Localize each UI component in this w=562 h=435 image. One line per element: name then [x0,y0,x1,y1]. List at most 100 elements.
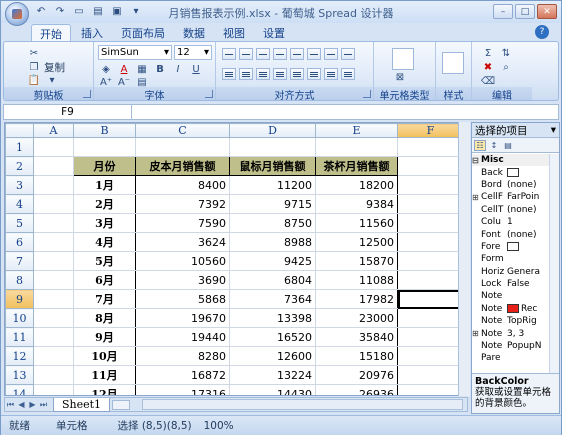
font-name-select[interactable]: SimSun ▾ [98,45,172,60]
font-color-icon[interactable]: A [116,62,132,76]
increase-indent-icon[interactable] [324,68,338,80]
column-header[interactable]: B [73,123,136,138]
value-cell[interactable]: 17982 [315,289,398,309]
property-row[interactable]: ⊞ Note 3, 3 [472,327,549,339]
cell[interactable] [397,175,464,195]
value-cell[interactable]: 19670 [135,308,230,328]
column-header[interactable]: E [315,123,398,138]
property-row[interactable]: Fore [472,241,549,253]
month-cell[interactable]: 12月 [73,384,136,395]
value-cell[interactable]: 23000 [315,308,398,328]
align-bottom-icon[interactable] [256,48,270,60]
cell[interactable] [315,137,398,157]
property-row[interactable]: Form [472,253,549,265]
month-cell[interactable]: 7月 [73,289,136,309]
clear-icon[interactable]: ⌫ [480,74,496,88]
value-cell[interactable]: 8400 [135,175,230,195]
header-cell[interactable]: 茶杯月销售额 [315,156,398,176]
status-zoom[interactable]: 100% [204,420,234,432]
value-cell[interactable]: 14430 [229,384,316,395]
property-value[interactable]: Genera [507,267,540,277]
value-cell[interactable]: 11200 [229,175,316,195]
value-cell[interactable]: 13398 [229,308,316,328]
cell[interactable] [33,365,74,385]
row-header[interactable]: 9 [5,289,34,309]
cell[interactable] [397,251,464,271]
clipboard-launcher[interactable] [83,90,91,98]
cell[interactable] [33,175,74,195]
cell[interactable] [397,137,464,157]
value-cell[interactable]: 7364 [229,289,316,309]
month-cell[interactable]: 6月 [73,270,136,290]
value-cell[interactable]: 17316 [135,384,230,395]
property-value[interactable] [507,241,521,252]
grid-horizontal-scrollbar[interactable] [142,399,463,410]
cell[interactable] [33,232,74,252]
value-cell[interactable]: 11088 [315,270,398,290]
property-row[interactable]: Note [472,290,549,302]
orientation-icon[interactable] [273,48,287,60]
property-value[interactable]: 3, 3 [507,329,524,339]
month-cell[interactable]: 3月 [73,213,136,233]
property-value[interactable]: TopRig [507,316,537,326]
value-cell[interactable]: 11560 [315,213,398,233]
close-button[interactable]: ✕ [537,4,557,19]
value-cell[interactable]: 8280 [135,346,230,366]
cell[interactable] [73,137,136,157]
app-menu-button[interactable] [5,2,29,26]
property-value[interactable]: PopupN [507,341,541,351]
row-header[interactable]: 1 [5,137,34,157]
property-row[interactable]: Horiz Genera [472,266,549,278]
value-cell[interactable]: 3624 [135,232,230,252]
row-header[interactable]: 12 [5,346,34,366]
cell[interactable] [397,346,464,366]
month-cell[interactable]: 11月 [73,365,136,385]
merge-icon[interactable] [324,48,338,60]
property-pages-icon[interactable]: ▤ [502,140,514,151]
decrease-indent-icon[interactable] [307,68,321,80]
merge-cells-icon[interactable] [341,68,355,80]
property-row[interactable]: Lock False [472,278,549,290]
font-launcher[interactable] [205,90,213,98]
align-middle-icon[interactable] [239,48,253,60]
property-value[interactable]: FarPoin [507,192,539,202]
value-cell[interactable]: 15180 [315,346,398,366]
row-header[interactable]: 11 [5,327,34,347]
month-cell[interactable]: 4月 [73,232,136,252]
name-box[interactable]: F9 [4,105,132,119]
border-icon[interactable]: ▦ [134,62,150,76]
spreadsheet-grid[interactable]: A B C D E F 1 2 月份 皮本月销售额 鼠标月销售额 茶杯月销售额 3 1月 840… [4,122,468,396]
minimize-button[interactable]: – [493,4,513,19]
wrap-text-icon[interactable] [307,48,321,60]
expand-icon[interactable]: ⊞ [472,329,481,338]
row-header[interactable]: 14 [5,384,34,395]
justify-icon[interactable] [273,68,287,80]
formula-input[interactable] [132,105,558,119]
align-left-icon[interactable] [222,68,236,80]
property-row[interactable]: Font (none) [472,228,549,240]
value-cell[interactable]: 7590 [135,213,230,233]
font-size-select[interactable]: 12 ▾ [174,45,212,60]
row-header[interactable]: 3 [5,175,34,195]
value-cell[interactable]: 35840 [315,327,398,347]
row-header[interactable]: 5 [5,213,34,233]
property-object-select[interactable]: 选择的项目 ▾ [472,123,559,138]
month-cell[interactable]: 2月 [73,194,136,214]
distributed-icon[interactable] [290,68,304,80]
month-cell[interactable]: 10月 [73,346,136,366]
cell[interactable] [33,289,74,309]
row-header[interactable]: 6 [5,232,34,252]
cell[interactable] [33,384,74,395]
help-icon[interactable]: ? [535,25,549,39]
row-header[interactable]: 2 [5,156,34,176]
cell[interactable] [397,308,464,328]
cell[interactable] [229,137,316,157]
month-cell[interactable]: 5月 [73,251,136,271]
align-top-icon[interactable] [222,48,236,60]
paste-special-button[interactable]: 📋 ▾ [26,73,60,87]
property-row[interactable]: Bord (none) [472,179,549,191]
cell[interactable] [397,156,464,176]
cut-button[interactable]: ✂ [26,46,42,60]
value-cell[interactable]: 5868 [135,289,230,309]
value-cell[interactable]: 12600 [229,346,316,366]
